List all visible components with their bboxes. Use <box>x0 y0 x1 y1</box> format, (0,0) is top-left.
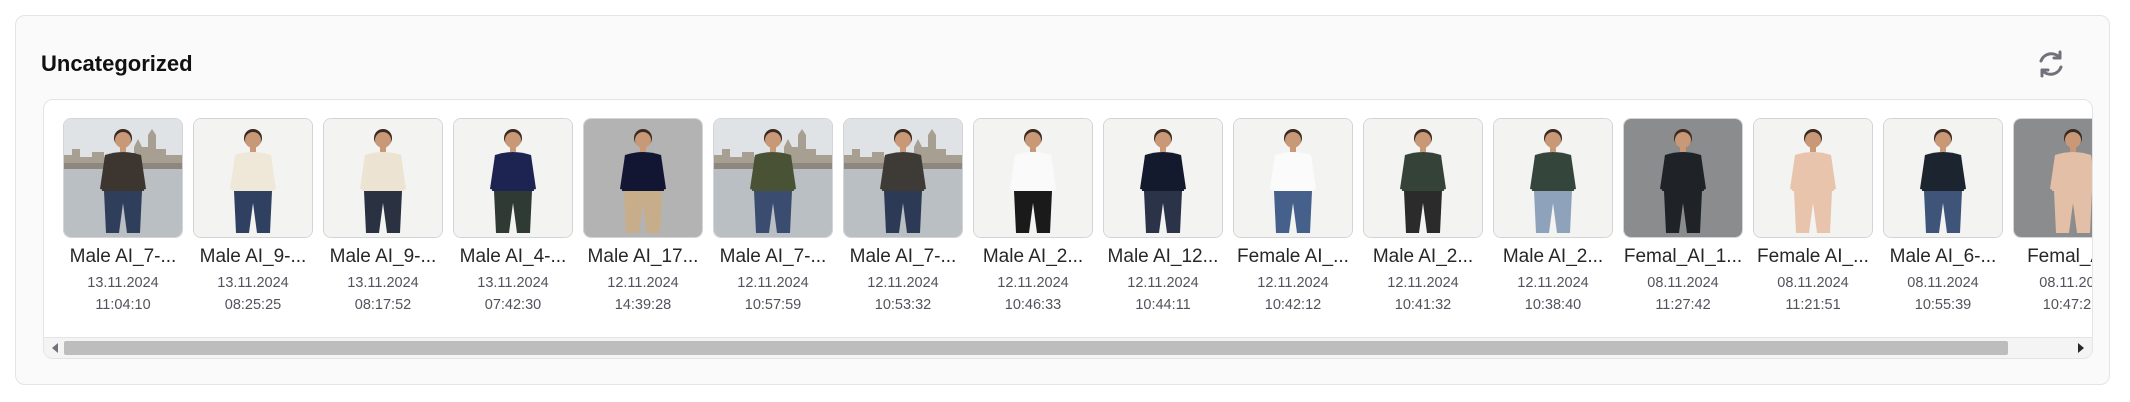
thumbnail-image[interactable] <box>1753 118 1873 238</box>
item-date: 12.11.2024 <box>1127 275 1199 291</box>
item-date: 12.11.2024 <box>997 275 1069 291</box>
scroll-left-arrow-icon[interactable] <box>52 343 58 353</box>
gallery-item[interactable]: Male AI_2... 12.11.2024 10:38:40 <box>1493 118 1613 316</box>
item-time: 11:04:10 <box>95 297 151 313</box>
item-name: Male AI_7-... <box>69 246 177 267</box>
item-name: Male AI_17... <box>587 246 699 267</box>
item-name: Male AI_7-... <box>849 246 957 267</box>
gallery-item[interactable]: Male AI_9-... 13.11.2024 08:17:52 <box>323 118 443 316</box>
thumbnail-image[interactable] <box>713 118 833 238</box>
thumbnail-image[interactable] <box>1233 118 1353 238</box>
gallery-item[interactable]: Male AI_7-... 12.11.2024 10:53:32 <box>843 118 963 316</box>
item-date: 12.11.2024 <box>867 275 939 291</box>
item-name: Femal_A... <box>2027 246 2092 267</box>
gallery-item[interactable]: Femal_AI_1... 08.11.2024 11:27:42 <box>1623 118 1743 316</box>
item-time: 10:41:32 <box>1394 297 1452 313</box>
thumbnail-image[interactable] <box>453 118 573 238</box>
item-time: 11:21:51 <box>1785 297 1841 313</box>
thumbnail-strip[interactable]: Male AI_7-... 13.11.2024 11:04:10 Male AI_9… <box>63 118 2093 328</box>
item-time: 10:42:12 <box>1264 297 1322 313</box>
gallery-item[interactable]: Female AI_... 08.11.2024 11:21:51 <box>1753 118 1873 316</box>
item-time: 08:17:52 <box>354 297 412 313</box>
item-name: Male AI_9-... <box>199 246 307 267</box>
gallery-item[interactable]: Male AI_2... 12.11.2024 10:46:33 <box>973 118 1093 316</box>
thumbnail-image[interactable] <box>1363 118 1483 238</box>
gallery-item[interactable]: Male AI_2... 12.11.2024 10:41:32 <box>1363 118 1483 316</box>
refresh-icon <box>2035 48 2067 85</box>
item-time: 10:46:33 <box>1004 297 1062 313</box>
thumbnail-image[interactable] <box>1493 118 1613 238</box>
item-date: 12.11.2024 <box>737 275 809 291</box>
item-date: 12.11.2024 <box>1387 275 1459 291</box>
item-name: Male AI_2... <box>1372 246 1474 267</box>
item-time: 10:53:32 <box>874 297 932 313</box>
thumbnail-image[interactable] <box>583 118 703 238</box>
gallery-item[interactable]: Male AI_7-... 13.11.2024 11:04:10 <box>63 118 183 316</box>
thumbnail-image[interactable] <box>2013 118 2092 238</box>
gallery-item[interactable]: Male AI_17... 12.11.2024 14:39:28 <box>583 118 703 316</box>
item-time: 10:47:2... <box>2042 297 2092 313</box>
item-date: 08.11.2024 <box>1907 275 1979 291</box>
item-name: Male AI_2... <box>1502 246 1604 267</box>
item-name: Male AI_4-... <box>459 246 567 267</box>
item-name: Male AI_9-... <box>329 246 437 267</box>
gallery-item[interactable]: Femal_A... 08.11.20... 10:47:2... <box>2013 118 2093 316</box>
item-name: Female AI_... <box>1237 246 1349 267</box>
image-gallery: Male AI_7-... 13.11.2024 11:04:10 Male AI_9… <box>43 99 2093 359</box>
thumbnail-image[interactable] <box>973 118 1093 238</box>
refresh-button[interactable] <box>2031 46 2071 86</box>
item-date: 13.11.2024 <box>477 275 549 291</box>
item-time: 08:25:25 <box>224 297 282 313</box>
thumbnail-image[interactable] <box>193 118 313 238</box>
item-time: 14:39:28 <box>614 297 672 313</box>
item-date: 08.11.20... <box>2039 275 2093 291</box>
item-date: 12.11.2024 <box>1257 275 1329 291</box>
gallery-item[interactable]: Male AI_12... 12.11.2024 10:44:11 <box>1103 118 1223 316</box>
thumbnail-image[interactable] <box>843 118 963 238</box>
item-date: 13.11.2024 <box>347 275 419 291</box>
thumbnail-image[interactable] <box>63 118 183 238</box>
item-name: Male AI_6-... <box>1889 246 1997 267</box>
section-title: Uncategorized <box>41 51 193 76</box>
thumbnail-image[interactable] <box>1103 118 1223 238</box>
gallery-item[interactable]: Male AI_9-... 13.11.2024 08:25:25 <box>193 118 313 316</box>
scroll-right-arrow-icon[interactable] <box>2078 343 2084 353</box>
item-date: 08.11.2024 <box>1777 275 1849 291</box>
item-date: 13.11.2024 <box>87 275 159 291</box>
thumbnail-image[interactable] <box>323 118 443 238</box>
gallery-item[interactable]: Male AI_6-... 08.11.2024 10:55:39 <box>1883 118 2003 316</box>
item-date: 08.11.2024 <box>1647 275 1719 291</box>
item-time: 10:44:11 <box>1135 297 1191 313</box>
item-name: Male AI_2... <box>982 246 1084 267</box>
gallery-item[interactable]: Male AI_4-... 13.11.2024 07:42:30 <box>453 118 573 316</box>
thumbnail-image[interactable] <box>1883 118 2003 238</box>
horizontal-scrollbar[interactable] <box>44 337 2092 358</box>
item-time: 10:57:59 <box>744 297 802 313</box>
thumbnail-image[interactable] <box>1623 118 1743 238</box>
gallery-item[interactable]: Female AI_... 12.11.2024 10:42:12 <box>1233 118 1353 316</box>
item-time: 07:42:30 <box>484 297 542 313</box>
item-date: 12.11.2024 <box>1517 275 1589 291</box>
item-name: Female AI_... <box>1757 246 1869 267</box>
item-name: Male AI_12... <box>1107 246 1219 267</box>
item-name: Male AI_7-... <box>719 246 827 267</box>
item-time: 11:27:42 <box>1655 297 1711 313</box>
uncategorized-panel: Uncategorized Male AI_7-... 13.11.2024 11:… <box>15 15 2110 385</box>
item-time: 10:55:39 <box>1914 297 1972 313</box>
item-name: Femal_AI_1... <box>1623 246 1743 267</box>
item-date: 13.11.2024 <box>217 275 289 291</box>
gallery-item[interactable]: Male AI_7-... 12.11.2024 10:57:59 <box>713 118 833 316</box>
item-time: 10:38:40 <box>1524 297 1582 313</box>
item-date: 12.11.2024 <box>607 275 679 291</box>
scrollbar-thumb[interactable] <box>64 341 2008 355</box>
